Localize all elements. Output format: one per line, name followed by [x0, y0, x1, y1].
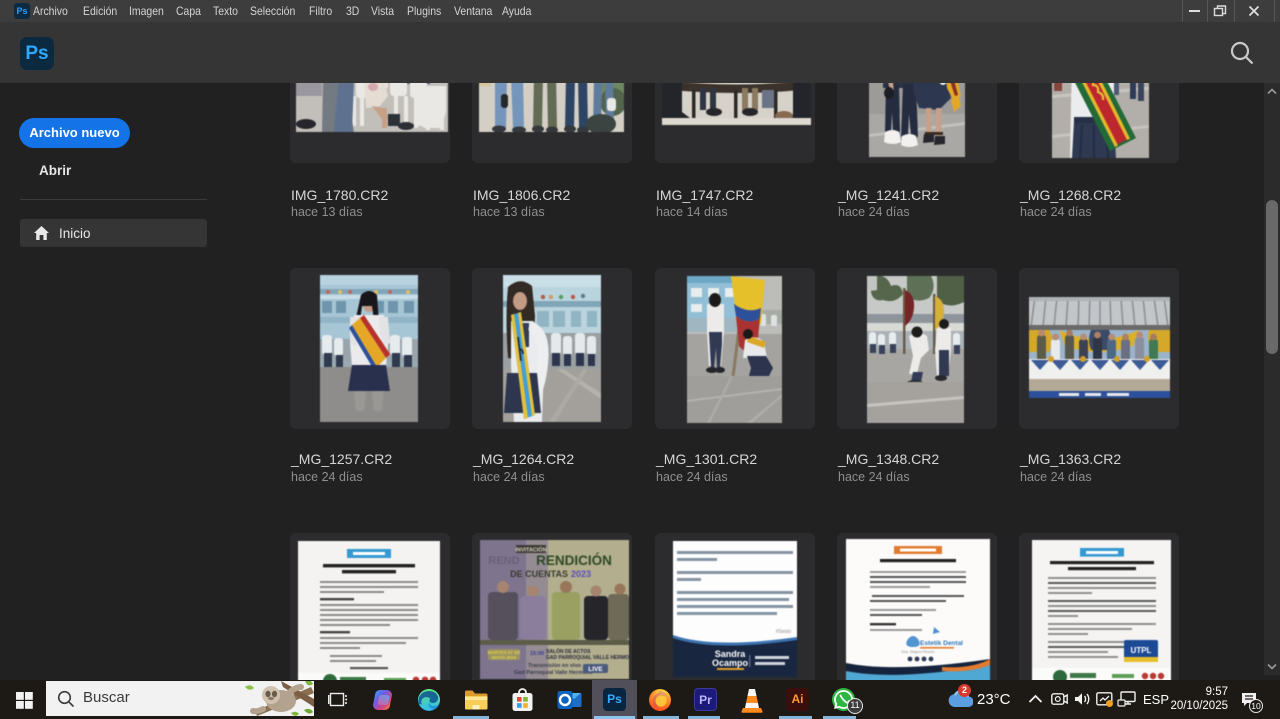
- svg-text:2023: 2023: [571, 569, 591, 579]
- svg-text:Ocampo: Ocampo: [712, 658, 749, 668]
- svg-text:SALÓN DE ACTOS: SALÓN DE ACTOS: [546, 647, 591, 655]
- svg-text:Gad Parroquial Valle Hermoso: Gad Parroquial Valle Hermoso: [514, 670, 594, 676]
- svg-text:UTPL: UTPL: [1131, 646, 1152, 655]
- svg-text:DE CUENTAS: DE CUENTAS: [510, 569, 568, 579]
- svg-text:15:00: 15:00: [530, 651, 544, 657]
- svg-text:LIVE: LIVE: [588, 666, 603, 673]
- svg-text:Dra. Mayra Pinzón: Dra. Mayra Pinzón: [901, 649, 934, 654]
- svg-text:Transmisión en vivo: Transmisión en vivo: [528, 663, 582, 669]
- svg-text:GAD PARROQUIAL VALLE HERMOSO: GAD PARROQUIAL VALLE HERMOSO: [546, 655, 629, 661]
- svg-text:MAYO 2024: MAYO 2024: [492, 655, 517, 660]
- svg-text:#Sesio: #Sesio: [776, 629, 792, 635]
- svg-text:REND: REND: [488, 555, 519, 567]
- svg-text:RENDICIÓN: RENDICIÓN: [536, 553, 612, 568]
- svg-text:Estetik Dental: Estetik Dental: [920, 640, 963, 647]
